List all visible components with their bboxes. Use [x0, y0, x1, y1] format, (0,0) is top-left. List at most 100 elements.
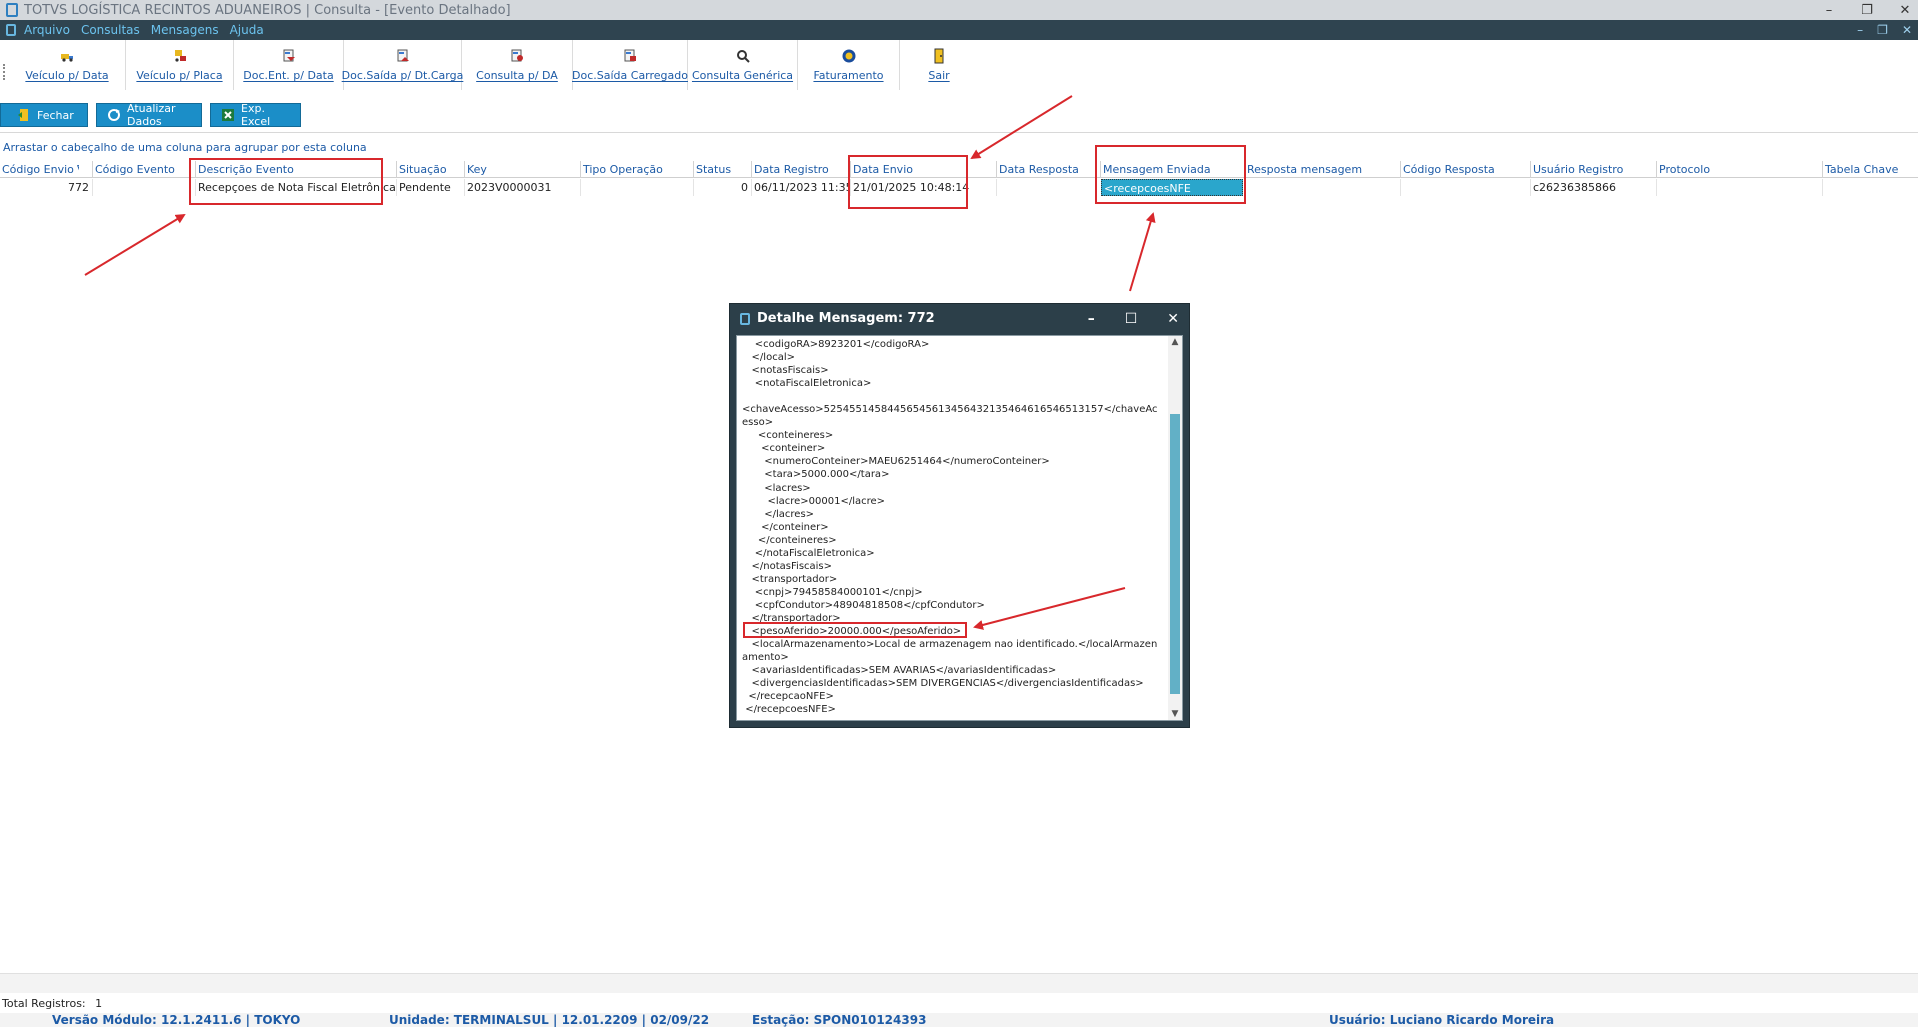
total-label: Total Registros:	[2, 997, 86, 1010]
exp-excel-button[interactable]: Exp. Excel	[210, 102, 301, 128]
group-by-hint[interactable]: Arrastar o cabeçalho de uma coluna para …	[3, 141, 367, 154]
xml-content[interactable]: <codigoRA>8923201</codigoRA> </local> <n…	[742, 338, 1162, 716]
veiculo-data-button[interactable]: Veículo p/ Data	[9, 40, 126, 90]
cell-codigo-evento[interactable]	[92, 179, 195, 196]
dialog-app-icon	[740, 312, 750, 325]
document-entry-icon	[281, 48, 297, 64]
col-resposta-mensagem[interactable]: Resposta mensagem	[1244, 161, 1400, 178]
doc-saida-carregado-label: Doc.Saída Carregado	[572, 69, 688, 82]
restore-icon[interactable]: ❐	[1860, 3, 1874, 18]
col-tabela-chave[interactable]: Tabela Chave	[1822, 161, 1918, 178]
col-codigo-envio[interactable]: Código Envio∇	[0, 161, 79, 178]
menu-mensagens[interactable]: Mensagens	[151, 23, 219, 37]
cell-codigo-envio[interactable]: 772	[0, 179, 92, 196]
dialog-close-icon[interactable]: ✕	[1167, 311, 1179, 327]
arrow-to-mensagem	[1129, 212, 1156, 292]
col-protocolo[interactable]: Protocolo	[1656, 161, 1823, 178]
status-station: Estação: SPON010124393	[752, 1013, 927, 1027]
document-exit-icon	[395, 48, 411, 64]
cell-tipo-operacao[interactable]	[580, 179, 693, 196]
cell-codigo-resposta[interactable]	[1400, 179, 1530, 196]
exp-excel-label: Exp. Excel	[241, 102, 271, 128]
doc-saida-carga-button[interactable]: Doc.Saída p/ Dt.Carga	[342, 40, 463, 90]
doc-ent-data-label: Doc.Ent. p/ Data	[243, 69, 334, 82]
status-bar: Versão Módulo: 12.1.2411.6 | TOKYO Unida…	[0, 1013, 1918, 1027]
status-unit: Unidade: TERMINALSUL | 12.01.2209 | 02/0…	[389, 1013, 710, 1027]
toolbar-grip[interactable]	[3, 64, 7, 80]
sair-label: Sair	[928, 69, 950, 82]
col-codigo-evento[interactable]: Código Evento	[92, 161, 190, 178]
cell-key[interactable]: 2023V0000031	[464, 179, 580, 196]
action-bar-divider	[0, 132, 1918, 133]
mdi-close-icon[interactable]: ✕	[1902, 23, 1912, 37]
cell-data-registro[interactable]: 06/11/2023 11:35:4	[751, 179, 850, 196]
dialog-title: Detalhe Mensagem: 772	[757, 311, 935, 326]
dialog-scrollbar[interactable]: ▲ ▼	[1168, 336, 1182, 720]
cell-usuario-registro[interactable]: c26236385866	[1530, 179, 1656, 196]
consulta-generica-label: Consulta Genérica	[691, 69, 794, 82]
document-search-icon	[509, 48, 525, 64]
veiculo-placa-label: Veículo p/ Placa	[136, 69, 223, 82]
magnifier-icon	[735, 48, 751, 64]
col-usuario-registro[interactable]: Usuário Registro	[1530, 161, 1657, 178]
fechar-button[interactable]: Fechar	[0, 103, 88, 127]
arrow-to-descricao	[84, 213, 186, 276]
col-data-registro[interactable]: Data Registro	[751, 161, 850, 178]
billing-icon	[841, 48, 857, 64]
app-icon	[6, 3, 18, 17]
consulta-generica-button[interactable]: Consulta Genérica	[688, 40, 798, 90]
atualizar-dados-button[interactable]: Atualizar Dados	[96, 102, 202, 128]
col-data-resposta[interactable]: Data Resposta	[996, 161, 1100, 178]
total-records: Total Registros: 1	[2, 997, 102, 1010]
detail-message-dialog: Detalhe Mensagem: 772 – ☐ ✕ <codigoRA>89…	[729, 303, 1190, 728]
col-key[interactable]: Key	[464, 161, 580, 178]
doc-ent-data-button[interactable]: Doc.Ent. p/ Data	[234, 40, 344, 90]
menu-arquivo[interactable]: Arquivo	[24, 23, 70, 37]
cell-situacao[interactable]: Pendente	[396, 179, 464, 196]
status-version: Versão Módulo: 12.1.2411.6 | TOKYO	[52, 1013, 301, 1027]
truck-icon	[59, 48, 75, 64]
menu-ajuda[interactable]: Ajuda	[230, 23, 264, 37]
cell-status[interactable]: 0	[693, 179, 751, 196]
col-status[interactable]: Status	[693, 161, 749, 178]
consulta-da-button[interactable]: Consulta p/ DA	[462, 40, 573, 90]
annotation-box-data-envio	[848, 155, 968, 209]
col-situacao[interactable]: Situação	[396, 161, 463, 178]
cell-protocolo[interactable]	[1656, 179, 1822, 196]
footer-separator	[0, 973, 1918, 993]
cell-data-resposta[interactable]	[996, 179, 1100, 196]
scroll-thumb[interactable]	[1170, 414, 1180, 694]
cell-resposta-mensagem[interactable]	[1244, 179, 1400, 196]
action-bar: Fechar Atualizar Dados Exp. Excel	[0, 102, 301, 128]
sort-indicator-icon: ∇	[77, 161, 79, 178]
scroll-up-icon[interactable]: ▲	[1168, 336, 1182, 348]
atualizar-dados-label: Atualizar Dados	[127, 102, 176, 128]
status-user: Usuário: Luciano Ricardo Moreira	[1329, 1013, 1555, 1027]
xml-text-area[interactable]: <codigoRA>8923201</codigoRA> </local> <n…	[736, 335, 1183, 721]
faturamento-label: Faturamento	[813, 69, 884, 82]
col-codigo-resposta[interactable]: Código Resposta	[1400, 161, 1530, 178]
annotation-box-peso-aferido	[743, 622, 967, 638]
faturamento-button[interactable]: Faturamento	[798, 40, 900, 90]
sair-button[interactable]: Sair	[900, 40, 978, 90]
col-tipo-operacao[interactable]: Tipo Operação	[580, 161, 693, 178]
dialog-maximize-icon[interactable]: ☐	[1125, 311, 1138, 327]
exit-door-icon	[931, 48, 947, 64]
dialog-minimize-icon[interactable]: –	[1088, 311, 1095, 327]
window-title: TOTVS LOGÍSTICA RECINTOS ADUANEIROS | Co…	[24, 2, 511, 18]
close-icon[interactable]: ✕	[1898, 3, 1912, 18]
veiculo-placa-button[interactable]: Veículo p/ Placa	[126, 40, 234, 90]
close-door-icon	[17, 108, 31, 122]
mdi-minimize-icon[interactable]: –	[1857, 23, 1863, 37]
menu-app-icon[interactable]	[6, 24, 16, 36]
minimize-icon[interactable]: –	[1822, 3, 1836, 18]
annotation-box-descricao	[189, 158, 383, 205]
scroll-down-icon[interactable]: ▼	[1168, 708, 1182, 720]
doc-saida-carregado-button[interactable]: Doc.Saída Carregado	[572, 40, 688, 90]
dialog-title-bar[interactable]: Detalhe Mensagem: 772 – ☐ ✕	[730, 304, 1189, 333]
menu-consultas[interactable]: Consultas	[81, 23, 140, 37]
cell-tabela-chave[interactable]	[1822, 179, 1918, 196]
dialog-controls: – ☐ ✕	[1088, 304, 1179, 333]
mdi-restore-icon[interactable]: ❐	[1877, 23, 1888, 37]
mdi-controls: – ❐ ✕	[1857, 20, 1912, 40]
